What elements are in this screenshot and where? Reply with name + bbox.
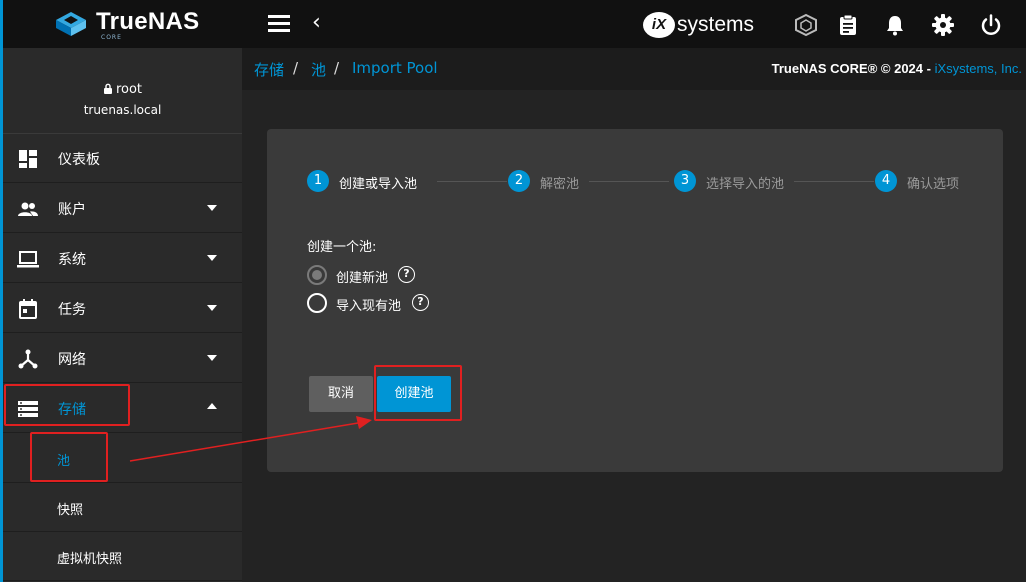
annotation-arrow — [129, 416, 372, 462]
